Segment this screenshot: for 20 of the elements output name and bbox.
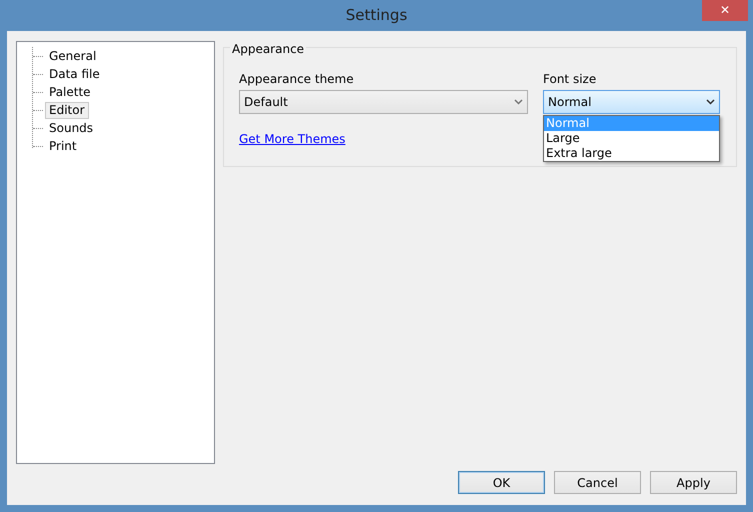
tree-item[interactable]: Editor: [45, 102, 89, 118]
tree-item[interactable]: Palette: [45, 84, 95, 100]
field-label: Font size: [543, 71, 598, 88]
dialog-button[interactable]: Cancel: [554, 471, 641, 494]
close-button[interactable]: ✕: [702, 0, 748, 21]
get-more-themes-link[interactable]: Get More Themes: [239, 132, 346, 146]
dropdown-option[interactable]: Large: [544, 131, 719, 146]
dropdown-option[interactable]: Extra large: [544, 146, 719, 161]
field-label: Appearance theme: [239, 71, 355, 88]
dialog-button[interactable]: Apply: [650, 471, 737, 494]
dialog-button[interactable]: OK: [458, 471, 545, 494]
chevron-icon: [706, 99, 715, 105]
tree-item[interactable]: Sounds: [45, 120, 98, 136]
tree-item[interactable]: Print: [45, 138, 81, 154]
theme-dropdown[interactable]: Default: [239, 90, 528, 114]
font-size-dropdown[interactable]: Normal: [543, 90, 720, 114]
tree-item[interactable]: Data file: [45, 66, 104, 82]
tree-item[interactable]: General: [45, 48, 100, 64]
window-title: Settings: [346, 5, 408, 26]
chevron-icon: [514, 99, 523, 105]
